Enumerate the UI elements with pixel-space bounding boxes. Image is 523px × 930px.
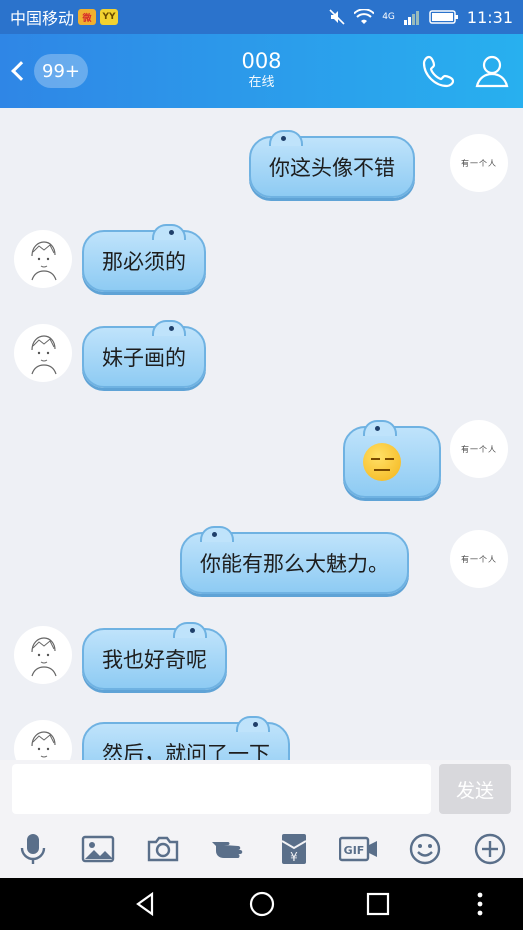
input-bar: 发送 bbox=[0, 760, 523, 820]
send-button[interactable]: 发送 bbox=[439, 764, 511, 814]
transfer-button[interactable]: ¥ bbox=[277, 832, 311, 866]
smirk-face-icon bbox=[363, 443, 401, 481]
status-bar: 中国移动 微 YY 4G 11:31 bbox=[0, 0, 523, 34]
poke-button[interactable] bbox=[210, 832, 250, 866]
yy-icon: YY bbox=[100, 9, 119, 25]
sketch-boy-avatar-icon bbox=[31, 335, 57, 375]
profile-button[interactable] bbox=[473, 52, 511, 90]
contact-avatar[interactable] bbox=[14, 720, 72, 760]
network-type: 4G bbox=[382, 12, 395, 22]
message-bubble[interactable]: 妹子画的 bbox=[82, 320, 206, 388]
message-bubble[interactable]: 然后，就问了一下 bbox=[82, 716, 290, 760]
plus-circle-icon bbox=[474, 833, 506, 865]
self-avatar[interactable]: 有一个人 bbox=[450, 530, 508, 588]
wifi-icon bbox=[354, 9, 375, 24]
user-icon bbox=[475, 55, 509, 88]
weibo-icon: 微 bbox=[78, 9, 97, 25]
contact-avatar[interactable] bbox=[14, 626, 72, 684]
camera-button[interactable] bbox=[146, 832, 180, 866]
message-bubble[interactable]: 你这头像不错 bbox=[249, 130, 415, 198]
message-bubble[interactable]: 那必须的 bbox=[82, 224, 206, 292]
emoji-button[interactable] bbox=[408, 832, 442, 866]
phone-icon bbox=[422, 55, 455, 88]
nav-back-icon[interactable] bbox=[132, 890, 160, 918]
microphone-icon bbox=[20, 834, 46, 864]
avatar-label: 有一个人 bbox=[461, 444, 497, 454]
message-bubble[interactable] bbox=[343, 420, 441, 498]
self-avatar[interactable]: 有一个人 bbox=[450, 420, 508, 478]
sketch-boy-avatar-icon bbox=[31, 637, 57, 677]
chat-header: 99+ 008 在线 bbox=[0, 34, 523, 108]
nav-home-icon[interactable] bbox=[248, 890, 276, 918]
avatar-label: 有一个人 bbox=[461, 158, 497, 168]
voice-button[interactable] bbox=[16, 832, 50, 866]
mute-icon bbox=[329, 9, 345, 25]
red-packet-hand-icon bbox=[212, 842, 243, 858]
svg-text:¥: ¥ bbox=[290, 850, 298, 864]
call-button[interactable] bbox=[420, 52, 458, 90]
gif-icon: GIF bbox=[339, 836, 377, 862]
chat-toolbar: ¥ GIF bbox=[0, 820, 523, 878]
message-bubble[interactable]: 我也好奇呢 bbox=[82, 622, 227, 690]
contact-avatar[interactable] bbox=[14, 324, 72, 382]
carrier-name: 中国移动 bbox=[10, 9, 75, 28]
battery-icon bbox=[429, 10, 458, 24]
avatar-label: 有一个人 bbox=[461, 554, 497, 564]
gif-button[interactable]: GIF bbox=[339, 832, 379, 866]
contact-avatar[interactable] bbox=[14, 230, 72, 288]
album-button[interactable] bbox=[81, 832, 115, 866]
signal-icon bbox=[403, 11, 419, 25]
image-icon bbox=[81, 835, 115, 863]
self-avatar[interactable]: 有一个人 bbox=[450, 134, 508, 192]
camera-icon bbox=[147, 836, 179, 862]
message-list[interactable]: 有一个人 你这头像不错 那必须的 妹子画的 有一个人 有一个人 你能有那么大魅力… bbox=[0, 108, 523, 760]
nav-recents-icon[interactable] bbox=[364, 890, 392, 918]
smiley-icon bbox=[409, 833, 441, 865]
more-button[interactable] bbox=[473, 832, 507, 866]
sketch-boy-avatar-icon bbox=[31, 731, 56, 758]
nav-menu-icon[interactable] bbox=[466, 890, 494, 918]
svg-text:GIF: GIF bbox=[344, 844, 365, 857]
message-input[interactable] bbox=[12, 764, 431, 814]
system-nav-bar bbox=[0, 878, 523, 930]
message-bubble[interactable]: 你能有那么大魅力。 bbox=[180, 526, 409, 594]
clock: 11:31 bbox=[466, 7, 513, 27]
sketch-boy-avatar-icon bbox=[31, 241, 57, 281]
money-envelope-icon: ¥ bbox=[281, 834, 307, 864]
